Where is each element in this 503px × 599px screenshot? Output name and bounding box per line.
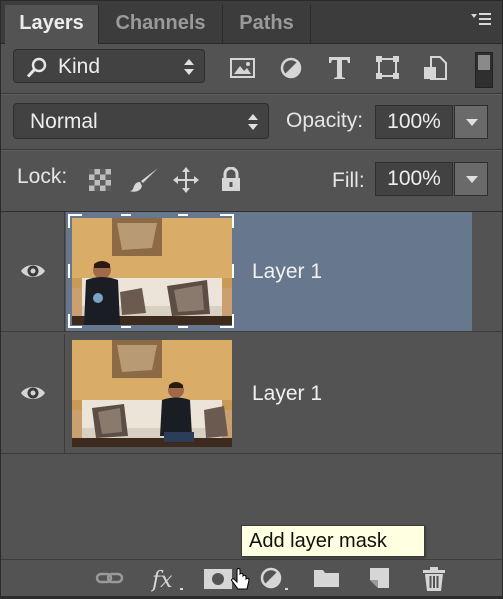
layer-name: Layer 1 (252, 382, 323, 405)
divider (1, 93, 502, 95)
chevron-down-icon (466, 119, 478, 126)
lock-image-pixels-icon[interactable] (129, 167, 158, 193)
lock-all-icon[interactable] (219, 166, 245, 193)
chevron-down-icon (466, 176, 478, 183)
panel-tab-bar: Layers Channels Paths (1, 1, 502, 44)
fill-label: Fill: (332, 169, 365, 192)
thumbnail-selection-frame (68, 214, 234, 328)
layer-name: Layer 1 (252, 260, 323, 283)
lock-row: Lock: Fill: 100% (1, 153, 502, 209)
blend-row: Normal Opacity: 100% (1, 97, 502, 147)
layer-row[interactable]: Layer 1 (1, 212, 502, 332)
updown-arrows-icon (248, 114, 258, 130)
fill-input[interactable]: 100% (375, 162, 453, 196)
new-layer-icon[interactable] (367, 566, 393, 590)
eye-icon[interactable] (20, 261, 46, 286)
layers-list: Layer 1 Layer 1 (1, 211, 502, 560)
adjustment-layer-icon[interactable] (259, 566, 295, 590)
filter-row: Kind (1, 44, 502, 92)
opacity-dropdown-button[interactable] (454, 105, 488, 139)
adjustment-filter-icon[interactable] (278, 54, 306, 82)
eye-icon[interactable] (20, 383, 46, 408)
filter-toggle-switch[interactable] (475, 52, 493, 88)
hand-cursor-icon (231, 568, 251, 592)
link-layers-icon[interactable] (95, 566, 125, 590)
filter-kind-label: Kind (58, 55, 101, 78)
shape-filter-icon[interactable] (374, 54, 402, 82)
smart-object-filter-icon[interactable] (421, 54, 449, 82)
delete-layer-icon[interactable] (421, 566, 447, 591)
divider (1, 149, 502, 151)
layers-panel: Layers Channels Paths Kind Normal Opacit… (0, 0, 503, 596)
blend-mode-label: Normal (30, 110, 98, 133)
filter-toggle-knob (478, 55, 490, 70)
panel-menu-icon[interactable] (470, 11, 492, 29)
layer-thumbnail (72, 340, 232, 447)
opacity-label: Opacity: (286, 109, 364, 132)
layers-bottom-bar: fx (1, 559, 502, 596)
new-group-icon[interactable] (313, 566, 341, 590)
lock-label: Lock: (17, 165, 68, 188)
visibility-cell[interactable] (1, 212, 65, 331)
updown-arrows-icon (184, 59, 194, 75)
lock-transparent-pixels-icon[interactable] (87, 167, 113, 193)
type-filter-icon[interactable] (326, 54, 354, 82)
tab-paths[interactable]: Paths (223, 5, 311, 43)
search-icon (26, 57, 48, 84)
lock-position-icon[interactable] (173, 167, 199, 193)
layer-content[interactable]: Layer 1 (66, 212, 472, 331)
tab-channels[interactable]: Channels (99, 5, 223, 43)
blend-mode-select[interactable]: Normal (13, 103, 269, 139)
svg-text:fx: fx (151, 568, 173, 593)
image-filter-icon[interactable] (229, 54, 257, 82)
layer-row[interactable]: Layer 1 (1, 334, 502, 454)
tooltip-add-layer-mask: Add layer mask (241, 525, 425, 557)
tab-layers[interactable]: Layers (5, 5, 99, 44)
opacity-input[interactable]: 100% (375, 105, 453, 139)
fx-icon[interactable]: fx (150, 566, 187, 593)
filter-kind-select[interactable]: Kind (13, 49, 205, 83)
layer-content[interactable]: Layer 1 (66, 334, 472, 453)
visibility-cell[interactable] (1, 334, 65, 453)
fill-dropdown-button[interactable] (454, 162, 488, 196)
